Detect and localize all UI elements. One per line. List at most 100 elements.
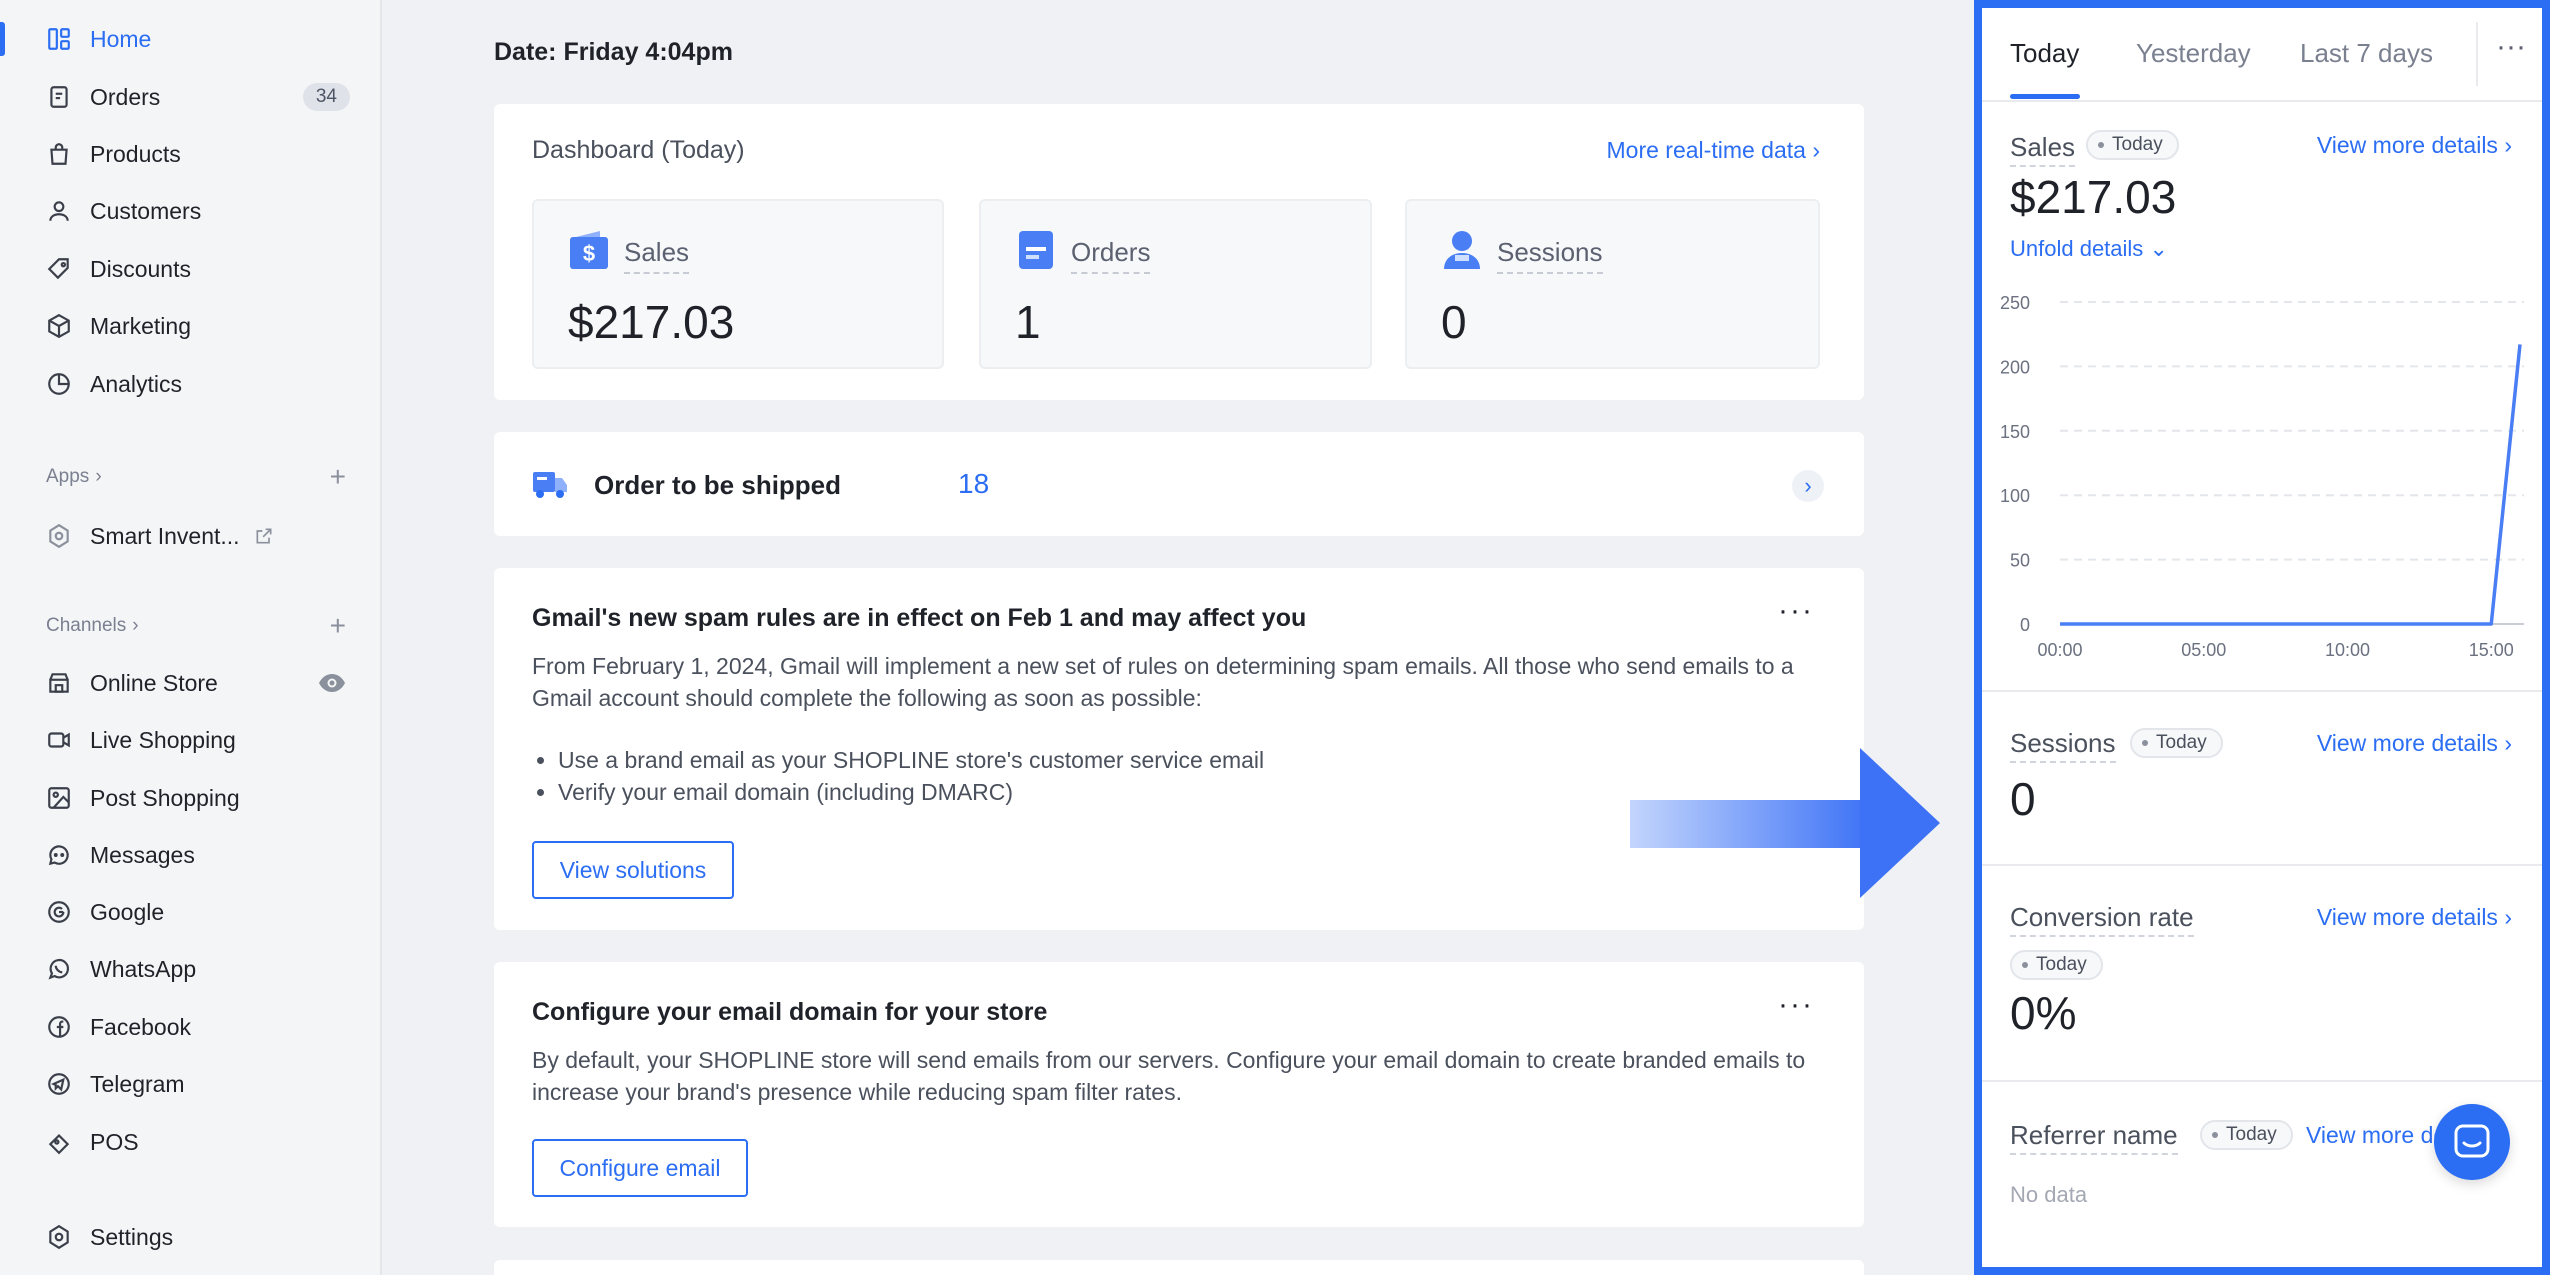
tab-yesterday[interactable]: Yesterday: [2136, 38, 2251, 69]
shipping-label: Order to be shipped: [594, 470, 842, 500]
whatsapp-icon: [46, 956, 72, 982]
apps-section-header[interactable]: Apps › +: [46, 461, 346, 492]
today-pill: Today: [2200, 1120, 2293, 1150]
chat-support-button[interactable]: [2434, 1104, 2510, 1180]
sessions-value: 0: [2010, 773, 2036, 825]
gmail-card-title: Gmail's new spam rules are in effect on …: [532, 604, 1307, 632]
sidebar-item-label: Discounts: [90, 255, 191, 282]
sidebar-item-facebook[interactable]: Facebook: [0, 1000, 382, 1054]
tab-today[interactable]: Today: [2010, 38, 2079, 69]
sidebar-item-pos[interactable]: POS: [0, 1115, 382, 1169]
add-app-icon[interactable]: +: [330, 461, 346, 493]
sales-line-chart: 0 50 100 150 200 250 00:00 05:00 10:00 15:00: [2000, 293, 2524, 660]
pill-label: Today: [2036, 954, 2087, 975]
today-pill: Today: [2010, 950, 2103, 980]
sidebar-item-label: Telegram: [90, 1070, 185, 1097]
sidebar-item-analytics[interactable]: Analytics: [0, 357, 382, 411]
sidebar-item-discounts[interactable]: Discounts: [0, 242, 382, 296]
unfold-details-link[interactable]: Unfold details ⌄: [2010, 236, 2168, 262]
sidebar: Home Orders 34 Products Customers Discou…: [0, 0, 382, 1275]
sidebar-item-customers[interactable]: Customers: [0, 184, 382, 238]
conversion-section: Conversion rate View more details › Toda…: [1982, 866, 2542, 1082]
referrer-title: Referrer name: [2010, 1120, 2178, 1155]
metric-value: 1: [1015, 296, 1041, 348]
more-options-icon[interactable]: ···: [1778, 594, 1814, 628]
metric-sales[interactable]: $ Sales $217.03: [532, 199, 944, 369]
sidebar-item-products[interactable]: Products: [0, 127, 382, 181]
eye-icon[interactable]: [318, 673, 346, 693]
sales-view-more-link[interactable]: View more details ›: [2317, 132, 2512, 159]
sessions-view-more-link[interactable]: View more details ›: [2317, 730, 2512, 757]
sidebar-item-label: Analytics: [90, 370, 183, 397]
external-link-icon: [254, 526, 274, 546]
svg-text:$: $: [583, 241, 595, 266]
conversion-view-more-link[interactable]: View more details ›: [2317, 904, 2512, 931]
sidebar-item-online-store[interactable]: Online Store: [0, 656, 382, 710]
sidebar-item-label: Smart Invent...: [90, 522, 240, 549]
x-tick-label: 00:00: [2037, 640, 2082, 660]
add-channel-icon[interactable]: +: [330, 610, 346, 642]
sidebar-item-home[interactable]: Home: [0, 12, 382, 66]
metric-sessions[interactable]: Sessions 0: [1405, 199, 1820, 369]
chevron-right-icon: ›: [2504, 132, 2512, 158]
view-more-label: View more details: [2316, 904, 2498, 930]
facebook-icon: [46, 1014, 72, 1040]
more-options-icon[interactable]: ···: [1778, 988, 1814, 1022]
chat-icon: [2454, 1124, 2490, 1158]
chevron-right-icon[interactable]: ›: [1792, 470, 1824, 502]
sidebar-item-messages[interactable]: Messages: [0, 828, 382, 882]
order-document-icon: [1019, 231, 1053, 269]
active-tab-indicator: [2010, 94, 2080, 99]
shipping-card[interactable]: Order to be shipped 18 ›: [494, 432, 1864, 536]
tab-divider: [2476, 22, 2478, 86]
sales-value: $217.03: [2010, 171, 2177, 223]
sidebar-item-telegram[interactable]: Telegram: [0, 1057, 382, 1111]
live-shopping-icon: [46, 727, 72, 753]
customers-icon: [46, 198, 72, 224]
view-solutions-button[interactable]: View solutions: [532, 841, 734, 899]
more-options-icon[interactable]: ···: [2496, 30, 2526, 64]
online-store-icon: [46, 670, 72, 696]
main-content: Date: Friday 4:04pm Dashboard (Today) Mo…: [384, 0, 1974, 1275]
view-more-label: View more details: [2316, 132, 2498, 158]
sidebar-item-marketing[interactable]: Marketing: [0, 299, 382, 353]
sidebar-item-google[interactable]: Google: [0, 885, 382, 939]
more-realtime-link[interactable]: More real-time data ›: [1607, 137, 1820, 164]
sidebar-item-label: Post Shopping: [90, 784, 240, 811]
y-tick-label: 150: [2000, 422, 2030, 442]
arrow-right-icon: [1630, 748, 1940, 898]
sidebar-item-settings[interactable]: Settings: [0, 1210, 382, 1264]
pill-label: Today: [2112, 134, 2163, 155]
sidebar-item-post-shopping[interactable]: Post Shopping: [0, 771, 382, 825]
telegram-icon: [46, 1071, 72, 1097]
email-card-title: Configure your email domain for your sto…: [532, 998, 1048, 1026]
bullet-item: Verify your email domain (including DMAR…: [558, 776, 1264, 808]
metric-orders[interactable]: Orders 1: [979, 199, 1372, 369]
sidebar-item-whatsapp[interactable]: WhatsApp: [0, 942, 382, 996]
sidebar-item-orders[interactable]: Orders 34: [0, 70, 382, 124]
configure-email-button[interactable]: Configure email: [532, 1139, 748, 1197]
channels-section-header[interactable]: Channels › +: [46, 610, 346, 641]
sidebar-item-label: WhatsApp: [90, 955, 197, 982]
sidebar-item-label: Live Shopping: [90, 726, 236, 753]
referrer-view-more-link[interactable]: View more de: [2306, 1122, 2446, 1149]
sales-section: Sales Today View more details › $217.03 …: [1982, 102, 2542, 692]
more-realtime-label: More real-time data: [1606, 137, 1806, 163]
view-more-label: View more details: [2316, 730, 2498, 756]
metric-value: 0: [1441, 296, 1467, 348]
metric-label: Sessions: [1497, 237, 1603, 274]
sidebar-item-smart-inventory[interactable]: Smart Invent...: [0, 509, 382, 563]
sidebar-item-label: Customers: [90, 197, 202, 224]
orders-count-badge: 34: [302, 83, 350, 111]
today-pill: Today: [2086, 130, 2179, 160]
shipping-count[interactable]: 18: [958, 468, 989, 500]
sessions-title: Sessions: [2010, 728, 2116, 763]
tab-last-7-days[interactable]: Last 7 days: [2300, 38, 2433, 69]
wallet-dollar-icon: $: [570, 231, 608, 269]
conversion-value: 0%: [2010, 987, 2077, 1039]
sidebar-item-label: Marketing: [90, 312, 191, 339]
sidebar-item-label: POS: [90, 1128, 139, 1155]
sidebar-item-live-shopping[interactable]: Live Shopping: [0, 713, 382, 767]
x-tick-label: 15:00: [2469, 640, 2514, 660]
pill-label: Today: [2156, 732, 2207, 753]
